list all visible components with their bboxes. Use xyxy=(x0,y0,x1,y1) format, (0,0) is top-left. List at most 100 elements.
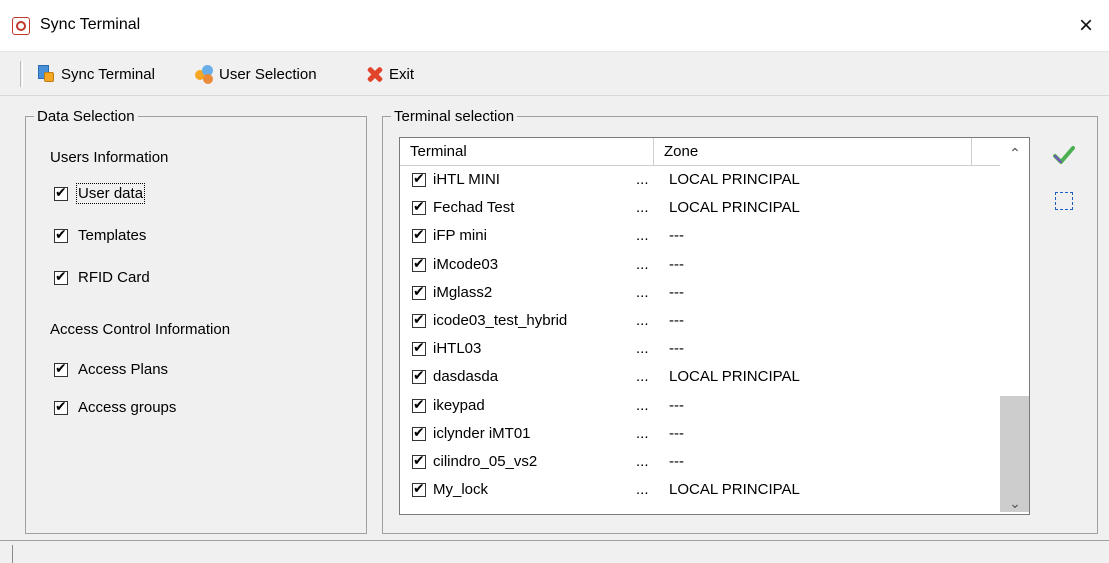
rfid-card-label: RFID Card xyxy=(78,269,150,286)
toolbar-grip[interactable] xyxy=(20,61,23,87)
terminal-name: iHTL03 xyxy=(433,340,482,358)
terminal-selection-legend: Terminal selection xyxy=(394,108,515,125)
sync-terminal-label: Sync Terminal xyxy=(61,65,155,83)
users-information-title: Users Information xyxy=(50,149,169,166)
toolbar: Sync Terminal User Selection Exit xyxy=(0,52,1109,96)
window-title: Sync Terminal xyxy=(40,16,141,33)
terminal-details-button[interactable]: ... xyxy=(636,340,649,357)
row-checkbox[interactable] xyxy=(412,396,426,414)
exit-icon xyxy=(364,64,384,84)
terminal-details-button[interactable]: ... xyxy=(636,256,649,273)
terminal-zone: --- xyxy=(669,424,684,442)
terminal-name: ikeypad xyxy=(433,396,485,414)
select-all-button[interactable] xyxy=(1053,144,1075,166)
list-header: Terminal Zone xyxy=(400,138,1000,166)
terminal-zone: LOCAL PRINCIPAL xyxy=(669,171,800,188)
table-row[interactable]: cilindro_05_vs2... --- xyxy=(400,448,1000,476)
scroll-track[interactable] xyxy=(1000,164,1029,512)
checkbox-box[interactable] xyxy=(54,268,68,286)
column-header-zone[interactable]: Zone xyxy=(654,138,972,166)
terminal-zone: LOCAL PRINCIPAL xyxy=(669,368,800,386)
terminal-zone: --- xyxy=(669,396,684,414)
app-icon xyxy=(12,17,30,35)
sync-terminal-button[interactable]: Sync Terminal xyxy=(36,61,155,87)
terminal-name: icode03_test_hybrid xyxy=(433,311,568,329)
row-checkbox[interactable] xyxy=(412,170,426,188)
select-none-button[interactable] xyxy=(1055,192,1073,210)
terminal-zone: --- xyxy=(669,227,684,245)
table-row[interactable]: dasdasda... LOCAL PRINCIPAL xyxy=(400,363,1000,391)
table-row[interactable]: iMcode03... --- xyxy=(400,251,1000,279)
row-checkbox[interactable] xyxy=(412,255,426,273)
table-row[interactable]: Fechad Test... LOCAL PRINCIPAL xyxy=(400,194,1000,222)
row-checkbox[interactable] xyxy=(412,452,426,470)
terminal-details-button[interactable]: ... xyxy=(636,199,649,216)
terminal-name: iMglass2 xyxy=(433,283,493,301)
terminal-details-button[interactable]: ... xyxy=(636,425,649,442)
checkbox-box[interactable] xyxy=(54,226,68,244)
scroll-up-icon[interactable]: ⌃ xyxy=(1000,142,1029,164)
templates-label: Templates xyxy=(78,227,147,244)
terminal-details-button[interactable]: ... xyxy=(636,368,649,385)
status-divider xyxy=(12,545,13,563)
row-checkbox[interactable] xyxy=(412,367,426,385)
row-checkbox[interactable] xyxy=(412,283,426,301)
access-plans-label: Access Plans xyxy=(78,361,169,378)
table-row[interactable]: iMglass2... --- xyxy=(400,279,1000,307)
checkbox-box[interactable] xyxy=(54,184,68,202)
row-checkbox[interactable] xyxy=(412,226,426,244)
terminal-name: iHTL MINI xyxy=(433,171,500,188)
table-row[interactable]: iFP mini... --- xyxy=(400,222,1000,250)
close-button[interactable]: × xyxy=(1063,0,1109,52)
vertical-scrollbar[interactable]: ⌃ ⌄ xyxy=(1000,138,1029,514)
checkbox-box[interactable] xyxy=(54,398,68,416)
row-checkbox[interactable] xyxy=(412,339,426,357)
terminal-details-button[interactable]: ... xyxy=(636,227,649,244)
user-selection-button[interactable]: User Selection xyxy=(194,61,317,87)
table-row[interactable]: iHTL MINI... LOCAL PRINCIPAL xyxy=(400,166,1000,194)
check-all-icon xyxy=(1053,146,1075,164)
terminal-rows: iHTL MINI...LOCAL PRINCIPALFechad Test..… xyxy=(400,166,1000,504)
row-checkbox[interactable] xyxy=(412,424,426,442)
terminal-details-button[interactable]: ... xyxy=(636,481,649,498)
terminal-details-button[interactable]: ... xyxy=(636,397,649,414)
terminal-name: iclynder iMT01 xyxy=(433,424,531,442)
terminal-zone: LOCAL PRINCIPAL xyxy=(669,481,800,499)
row-checkbox[interactable] xyxy=(412,480,426,498)
table-row[interactable]: icode03_test_hybrid... --- xyxy=(400,307,1000,335)
rfid-card-checkbox[interactable]: RFID Card xyxy=(54,268,150,286)
table-row[interactable]: My_lock... LOCAL PRINCIPAL xyxy=(400,476,1000,504)
access-plans-checkbox[interactable]: Access Plans xyxy=(54,360,169,378)
terminal-name: cilindro_05_vs2 xyxy=(433,452,538,470)
terminal-name: Fechad Test xyxy=(433,199,515,217)
table-row[interactable]: iHTL03... --- xyxy=(400,335,1000,363)
templates-checkbox[interactable]: Templates xyxy=(54,226,147,244)
terminal-details-button[interactable]: ... xyxy=(636,171,649,188)
row-checkbox[interactable] xyxy=(412,311,426,329)
access-groups-label: Access groups xyxy=(78,399,177,416)
scroll-down-icon[interactable]: ⌄ xyxy=(1000,492,1029,514)
row-checkbox[interactable] xyxy=(412,198,426,216)
exit-button[interactable]: Exit xyxy=(364,61,414,87)
terminal-details-button[interactable]: ... xyxy=(636,284,649,301)
terminal-zone: --- xyxy=(669,283,684,301)
access-groups-checkbox[interactable]: Access groups xyxy=(54,398,177,416)
user-data-label: User data xyxy=(75,183,146,204)
terminal-name: iFP mini xyxy=(433,227,487,245)
users-icon xyxy=(194,64,214,84)
status-bar xyxy=(0,540,1109,563)
exit-label: Exit xyxy=(389,65,415,83)
checkbox-box[interactable] xyxy=(54,360,68,378)
terminal-name: dasdasda xyxy=(433,368,499,386)
terminal-name: My_lock xyxy=(433,481,489,499)
terminal-details-button[interactable]: ... xyxy=(636,453,649,470)
terminal-details-button[interactable]: ... xyxy=(636,312,649,329)
table-row[interactable]: iclynder iMT01... --- xyxy=(400,420,1000,448)
column-header-terminal[interactable]: Terminal xyxy=(400,138,654,166)
terminal-zone: LOCAL PRINCIPAL xyxy=(669,199,800,217)
table-row[interactable]: ikeypad... --- xyxy=(400,392,1000,420)
data-selection-legend: Data Selection xyxy=(37,108,135,125)
user-data-checkbox[interactable]: User data xyxy=(54,183,146,204)
terminal-list[interactable]: Terminal Zone iHTL MINI... LOCAL PRINCIPA… xyxy=(399,137,1030,515)
user-selection-label: User Selection xyxy=(219,65,317,83)
